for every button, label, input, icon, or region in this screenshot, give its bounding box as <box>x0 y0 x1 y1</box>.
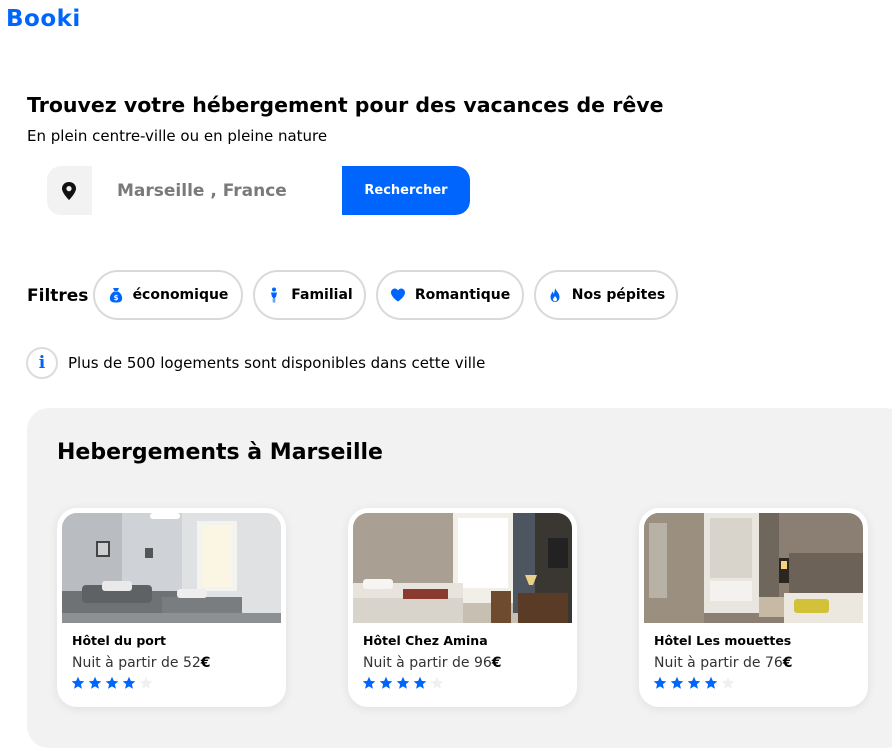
filter-label: Familial <box>291 287 353 303</box>
hotel-price: Nuit à partir de 96€ <box>363 655 502 671</box>
listings-title: Hebergements à Marseille <box>57 440 383 465</box>
star-icon <box>379 676 393 689</box>
filter-label: Romantique <box>414 287 511 303</box>
hotel-price: Nuit à partir de 76€ <box>654 655 793 671</box>
person-icon <box>271 287 278 303</box>
star-empty-icon <box>430 676 444 689</box>
availability-info: Plus de 500 logements sont disponibles d… <box>68 354 486 372</box>
star-icon <box>362 676 376 689</box>
hotel-card[interactable]: Hôtel Les mouettes Nuit à partir de 76€ <box>639 508 868 707</box>
filter-label: Nos pépites <box>571 287 666 303</box>
filter-label: économique <box>132 287 229 303</box>
star-icon <box>88 676 102 689</box>
star-icon <box>105 676 119 689</box>
hotel-photo <box>62 513 281 623</box>
star-icon <box>670 676 684 689</box>
page-title: Trouvez votre hébergement pour des vacan… <box>27 93 664 117</box>
hotel-name: Hôtel Chez Amina <box>363 633 488 648</box>
search-button[interactable]: Rechercher <box>342 166 470 215</box>
star-rating <box>362 676 444 690</box>
info-icon: i <box>26 347 58 379</box>
star-icon <box>653 676 667 689</box>
star-rating <box>71 676 153 690</box>
star-empty-icon <box>139 676 153 689</box>
hotel-name: Hôtel Les mouettes <box>654 633 792 648</box>
star-empty-icon <box>721 676 735 689</box>
fire-icon <box>550 288 560 302</box>
booki-logo[interactable]: Booki <box>6 6 81 32</box>
star-icon <box>122 676 136 689</box>
star-rating <box>653 676 735 690</box>
map-pin-icon <box>62 182 76 200</box>
hotel-photo <box>353 513 572 623</box>
filter-romantique[interactable]: Romantique <box>376 270 524 320</box>
hotel-card[interactable]: Hôtel Chez Amina Nuit à partir de 96€ <box>348 508 577 707</box>
heart-icon <box>390 288 405 302</box>
filter-familial[interactable]: Familial <box>253 270 366 320</box>
hotel-name: Hôtel du port <box>72 633 167 648</box>
filters-label: Filtres <box>27 286 89 306</box>
star-icon <box>71 676 85 689</box>
hotel-price: Nuit à partir de 52€ <box>72 655 211 671</box>
svg-text:$: $ <box>113 294 118 302</box>
star-icon <box>396 676 410 689</box>
money-bag-icon: $ <box>109 288 122 303</box>
star-icon <box>704 676 718 689</box>
filter-nos-pepites[interactable]: Nos pépites <box>534 270 678 320</box>
hotel-photo <box>644 513 863 623</box>
star-icon <box>687 676 701 689</box>
star-icon <box>413 676 427 689</box>
page-subtitle: En plein centre-ville ou en pleine natur… <box>27 127 328 145</box>
hotel-card[interactable]: Hôtel du port Nuit à partir de 52€ <box>57 508 286 707</box>
search-bar: Rechercher <box>47 166 470 215</box>
filter-economique[interactable]: $ économique <box>93 270 243 320</box>
